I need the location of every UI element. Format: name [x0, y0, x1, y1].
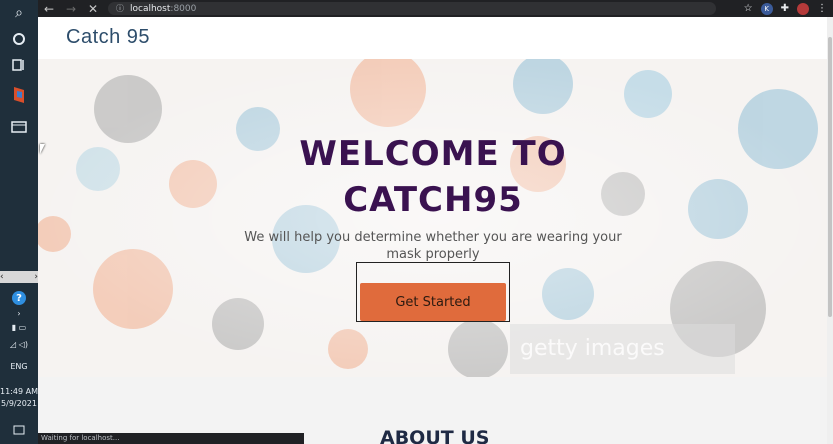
extensions-puzzle-icon[interactable]: ✚ — [781, 3, 789, 14]
url-host: localhost — [130, 3, 171, 14]
site-header: Catch 95 — [38, 17, 833, 60]
notification-icon[interactable] — [8, 420, 30, 442]
url-port: :8000 — [170, 3, 197, 14]
menu-kebab-icon[interactable]: ⋮ — [817, 3, 827, 14]
clock-date[interactable]: 5/9/2021 — [0, 398, 38, 410]
browser-toolbar: ← → ✕ ⓘ localhost:8000 ☆ K ✚ ⋮ — [38, 0, 833, 17]
page-scrollbar[interactable] — [827, 17, 833, 444]
bookmark-star-icon[interactable]: ☆ — [744, 3, 753, 14]
taskbar-scrollbar[interactable]: ‹ › — [0, 271, 38, 283]
brand-logo[interactable]: Catch 95 — [66, 26, 150, 49]
clock-time[interactable]: 11:49 AM — [0, 386, 38, 398]
back-icon[interactable]: ← — [38, 2, 60, 16]
windows-taskbar: ⌕ ‹ › ? › ▮ ▭ ◿ ◁) ENG 11:49 AM 5/9/2021 — [0, 0, 38, 444]
window-icon[interactable] — [8, 116, 30, 138]
tray-icons[interactable]: ▮ ▭ — [0, 323, 38, 332]
getty-watermark: getty images — [510, 324, 735, 374]
hero-subtitle: We will help you determine whether you a… — [244, 230, 622, 262]
profile-avatar[interactable] — [797, 2, 809, 15]
help-icon[interactable]: ? — [8, 287, 30, 309]
hero-title-line2: CATCH95 — [343, 180, 523, 220]
task-view-icon[interactable] — [8, 54, 30, 76]
hero-title: WELCOME TO CATCH95 — [38, 131, 828, 223]
about-title: ABOUT US — [380, 427, 490, 444]
extension-k-icon[interactable]: K — [760, 2, 773, 15]
browser-status-bar: Waiting for localhost... — [38, 433, 304, 444]
language-indicator[interactable]: ENG — [0, 362, 38, 371]
hero-section: WELCOME TO CATCH95 We will help you dete… — [38, 59, 833, 377]
scroll-left-icon[interactable]: ‹ — [0, 272, 4, 282]
forward-icon[interactable]: → — [60, 2, 82, 16]
search-icon[interactable]: ⌕ — [8, 2, 30, 24]
cortana-icon[interactable] — [8, 28, 30, 50]
info-icon[interactable]: ⓘ — [116, 3, 124, 14]
address-bar[interactable]: ⓘ localhost:8000 — [108, 2, 716, 15]
network-volume-icon[interactable]: ◿ ◁) — [0, 340, 38, 349]
stop-loading-icon[interactable]: ✕ — [82, 2, 104, 16]
app-icon[interactable] — [8, 84, 30, 106]
page-viewport: Catch 95 WELCOME TO CATCH95 We will help… — [38, 17, 833, 444]
hero-title-line1: WELCOME TO — [299, 134, 567, 174]
scrollbar-thumb[interactable] — [828, 37, 832, 317]
get-started-button[interactable]: Get Started — [360, 283, 506, 321]
mouse-cursor-icon — [40, 144, 45, 154]
chevron-right-icon[interactable]: › — [0, 309, 38, 318]
